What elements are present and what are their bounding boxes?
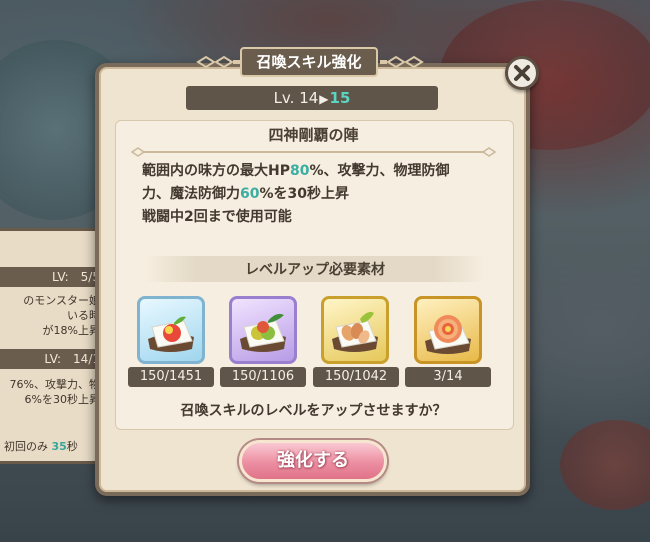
background-footer-value: 35: [51, 440, 67, 453]
title-ornament-right-icon: [380, 55, 424, 69]
close-icon: [514, 65, 530, 81]
desc-value: 60: [240, 186, 260, 202]
level-current: 14: [299, 89, 319, 107]
flower-toast-icon: [425, 315, 471, 354]
close-button[interactable]: [505, 56, 539, 90]
purple-fruit-toast-icon: [240, 313, 286, 352]
background-footer-unit: 秒: [66, 440, 78, 453]
skill-description: 範囲内の味方の最大HP80%、攻撃力、物理防御 力、魔法防御力60%を30秒上昇…: [142, 160, 492, 229]
desc-text: %、攻撃力、物理防御: [309, 163, 450, 179]
desc-text: 範囲内の味方の最大HP: [142, 163, 290, 179]
material-count: 150/1451: [128, 367, 214, 387]
background-footer-label: 初回のみ: [4, 440, 48, 453]
level-indicator: Lv. 14▶15: [186, 86, 438, 110]
materials-title: レベルアップ必要素材: [245, 262, 385, 278]
title-ornament-left-icon: [196, 55, 240, 69]
material-count: 150/1042: [313, 367, 399, 387]
background-text: のモンスター娘: [23, 294, 100, 307]
blue-fruit-toast-icon: [148, 316, 194, 352]
background-text: いる時: [67, 309, 100, 322]
upgrade-button[interactable]: 強化する: [239, 440, 387, 482]
desc-text: 力、魔法防御力: [142, 186, 240, 202]
background-text: 6%を30秒上昇: [24, 393, 100, 406]
material-item[interactable]: [229, 296, 297, 364]
background-footer: 初回のみ 35秒: [4, 438, 78, 454]
background-level-bar: LV: 5/5: [0, 267, 106, 287]
skill-description-line: 範囲内の味方の最大HP80%、攻撃力、物理防御: [142, 160, 492, 183]
background-level-bar: LV: 14/1: [0, 349, 106, 369]
material-item[interactable]: [321, 296, 389, 364]
material-count: 150/1106: [220, 367, 306, 387]
skill-name-divider: [130, 147, 497, 157]
upgrade-confirm-question: 召喚スキルのレベルをアップさせますか？: [180, 403, 447, 419]
skill-description-line: 力、魔法防御力60%を30秒上昇: [142, 183, 492, 206]
background-text: 76%、攻撃力、物: [9, 378, 100, 391]
desc-text: %を30秒上昇: [259, 186, 349, 202]
level-arrow-icon: ▶: [319, 92, 329, 106]
material-item[interactable]: [414, 296, 482, 364]
level-next: 15: [329, 89, 351, 107]
background-text: が18%上昇: [42, 324, 100, 337]
dialog-title: 召喚スキル強化: [240, 47, 378, 77]
skill-description-line: 戦闘中2回まで使用可能: [142, 209, 292, 225]
skill-name: 四神剛覇の陣: [268, 126, 359, 144]
level-prefix: Lv.: [273, 89, 295, 107]
material-item[interactable]: [137, 296, 205, 364]
gold-nut-toast-icon: [332, 311, 378, 352]
desc-value: 80: [289, 163, 310, 179]
material-count: 3/14: [405, 367, 491, 387]
